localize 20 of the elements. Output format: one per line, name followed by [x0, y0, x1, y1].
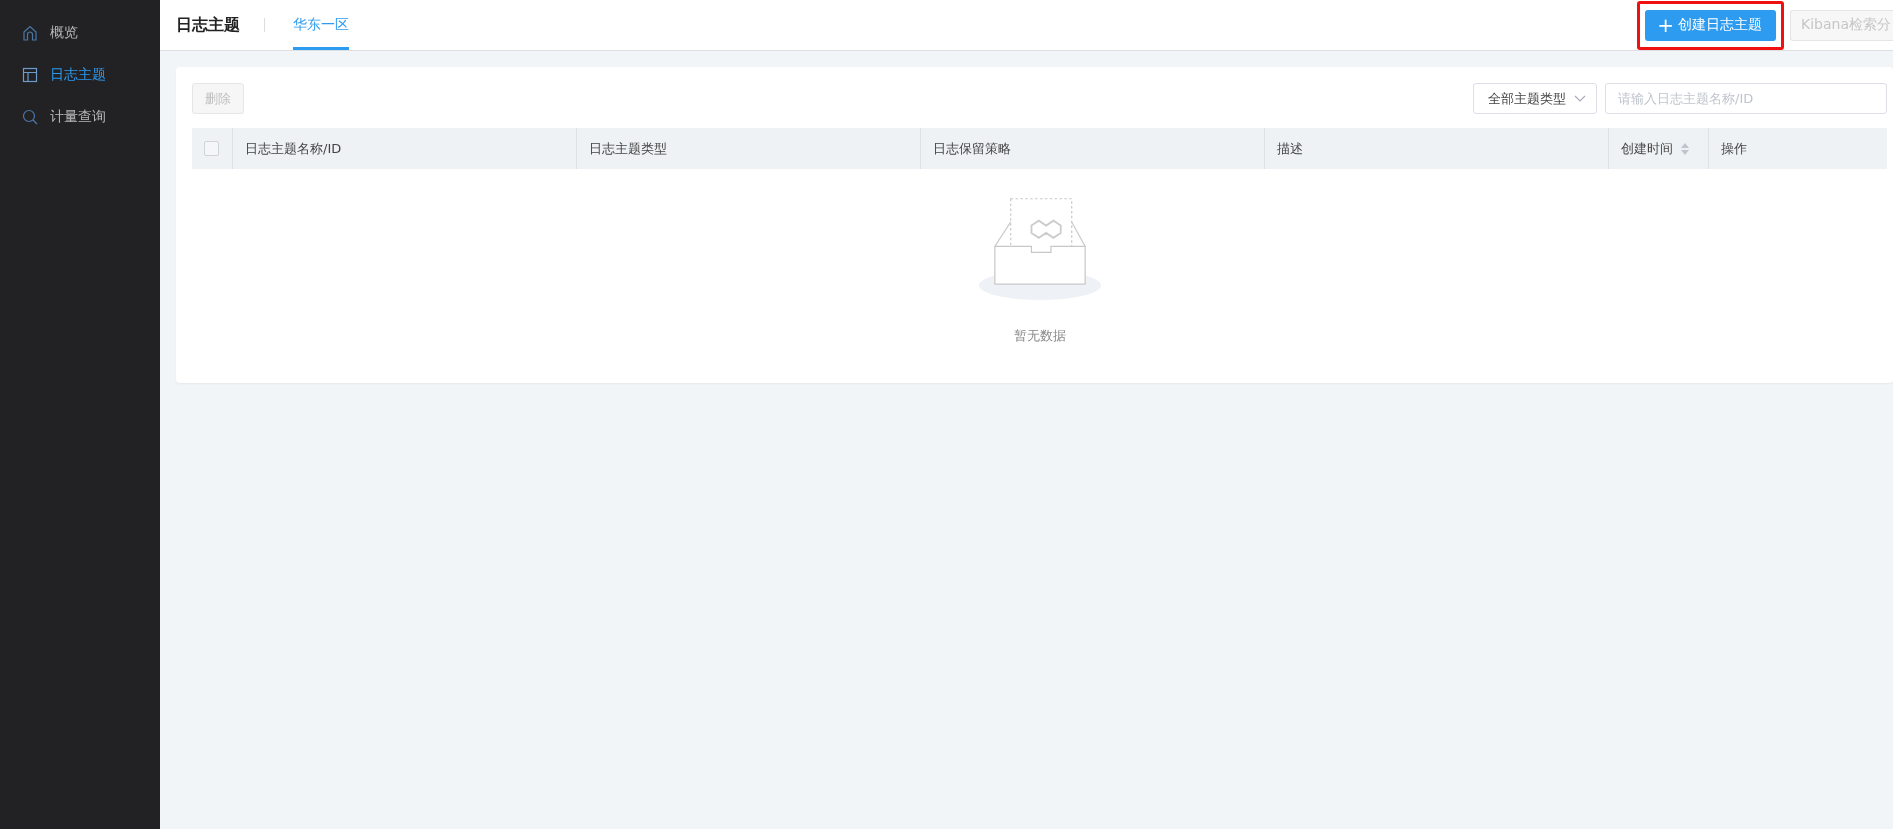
- column-header: 日志主题类型: [589, 139, 667, 158]
- chevron-down-icon: [1574, 94, 1586, 103]
- sidebar-item[interactable]: 概览: [0, 12, 160, 54]
- page-title: 日志主题: [176, 14, 240, 36]
- sidebar-item[interactable]: 计量查询: [0, 96, 160, 138]
- column-header: 创建时间: [1621, 139, 1673, 158]
- search-icon: [22, 109, 38, 125]
- column-header: 操作: [1721, 139, 1747, 158]
- select-all-checkbox[interactable]: [204, 141, 219, 156]
- empty-message: 暂无数据: [1013, 327, 1066, 345]
- region-tab[interactable]: 华东一区: [293, 0, 349, 50]
- home-icon: [22, 25, 38, 41]
- column-header: 描述: [1277, 139, 1303, 158]
- column-header: 日志保留策略: [933, 139, 1011, 158]
- sort-icon[interactable]: [1681, 142, 1689, 155]
- sidebar-item[interactable]: 日志主题: [0, 54, 160, 96]
- column-header: 日志主题名称/ID: [245, 139, 342, 158]
- topic-type-dropdown[interactable]: 全部主题类型: [1473, 83, 1597, 114]
- layout-icon: [22, 67, 38, 83]
- search-field[interactable]: 请输入日志主题名称/ID: [1605, 83, 1887, 114]
